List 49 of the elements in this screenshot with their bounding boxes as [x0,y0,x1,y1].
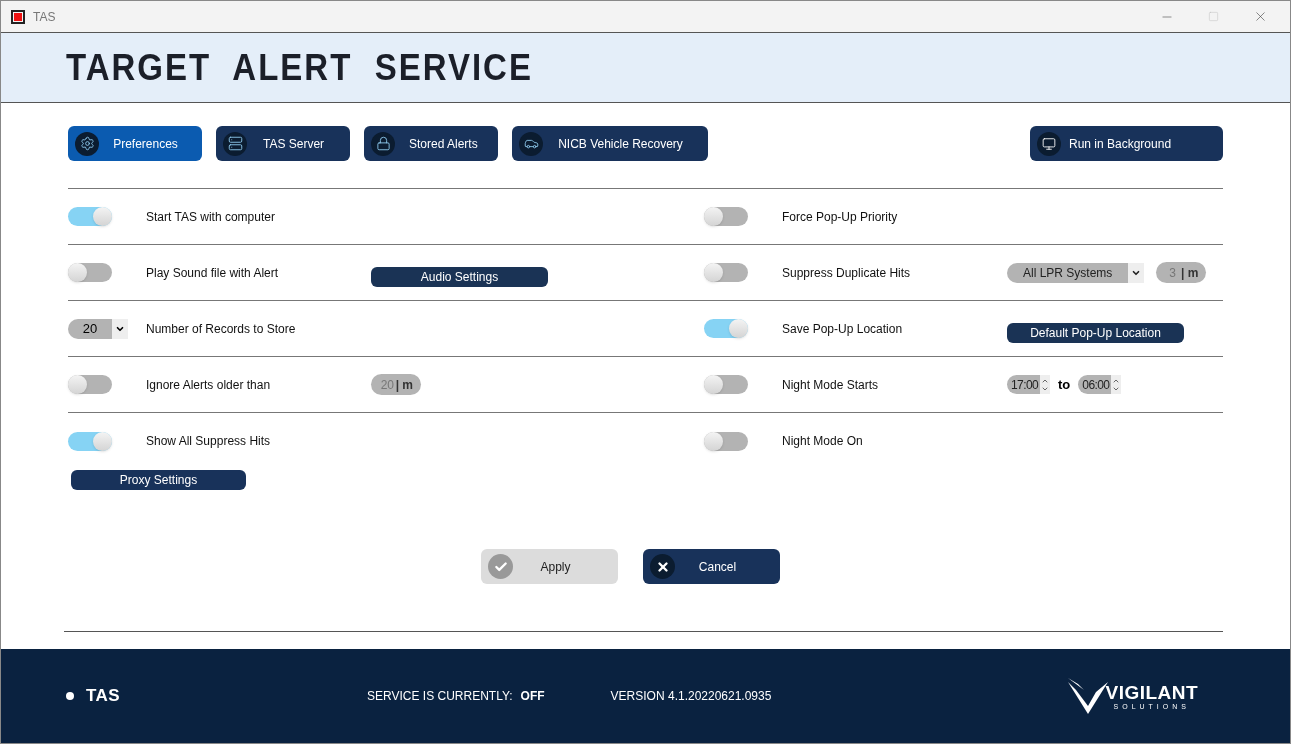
toggle-switch[interactable] [704,263,748,282]
time-field[interactable]: 17:00 [1007,375,1051,394]
toggle-switch[interactable] [704,375,748,394]
nav-tab[interactable]: Stored Alerts [364,126,498,161]
gear-icon [79,136,95,151]
toggle-switch[interactable] [704,431,748,451]
range-separator: to [1058,375,1071,394]
setting-label: Show All Suppress Hits [146,433,272,450]
app-logo-icon [11,9,25,24]
setting-label: Ignore Alerts older than [146,376,272,394]
settings-button[interactable]: Default Pop-Up Location [1007,322,1184,343]
setting-label: Number of Records to Store [146,320,297,338]
nav-tab[interactable]: NICB Vehicle Recovery [512,126,708,161]
app-title: TARGET ALERT SERVICE [66,45,533,90]
logo-name: VIGILANT [1105,682,1198,702]
check-icon [493,559,508,574]
setting-label: Suppress Duplicate Hits [782,264,912,282]
footer-app-name: TAS [86,685,120,708]
lock-icon [375,136,391,151]
toggle-switch[interactable] [68,263,112,282]
setting-label: Night Mode On [782,433,864,450]
close-icon [655,559,670,574]
window-title: TAS [33,8,56,26]
service-status-value: OFF [520,688,545,705]
service-status-label: SERVICE IS CURRENTLY: [367,688,513,705]
toggle-switch[interactable] [704,207,748,226]
setting-label: Start TAS with computer [146,208,276,226]
toggle-switch[interactable] [68,375,112,394]
version-text: VERSION 4.1.20220621.0935 [610,688,772,705]
cancel-button[interactable]: Cancel [643,549,780,584]
setting-label: Force Pop-Up Priority [782,208,899,226]
toggle-switch[interactable] [68,207,112,226]
setting-label: Night Mode Starts [782,376,880,394]
setting-label: Play Sound file with Alert [146,264,280,282]
time-field[interactable]: 06:00 [1078,375,1122,394]
count-dropdown[interactable]: 20 [68,318,128,339]
toggle-switch[interactable] [704,319,748,338]
maximize-icon[interactable] [1208,11,1219,22]
monitor-icon [1042,136,1056,151]
setting-label: Save Pop-Up Location [782,320,904,338]
nav-tab[interactable]: TAS Server [216,126,350,161]
server-icon [227,136,243,151]
nav-tab[interactable]: Preferences [68,126,202,161]
proxy-settings-button[interactable]: Proxy Settings [71,470,246,490]
dropdown[interactable]: All LPR Systems [1007,262,1145,283]
toggle-switch[interactable] [68,431,112,451]
settings-button[interactable]: Audio Settings [371,266,548,287]
close-icon[interactable] [1253,9,1268,24]
run-background-button[interactable]: Run in Background [1030,126,1223,161]
